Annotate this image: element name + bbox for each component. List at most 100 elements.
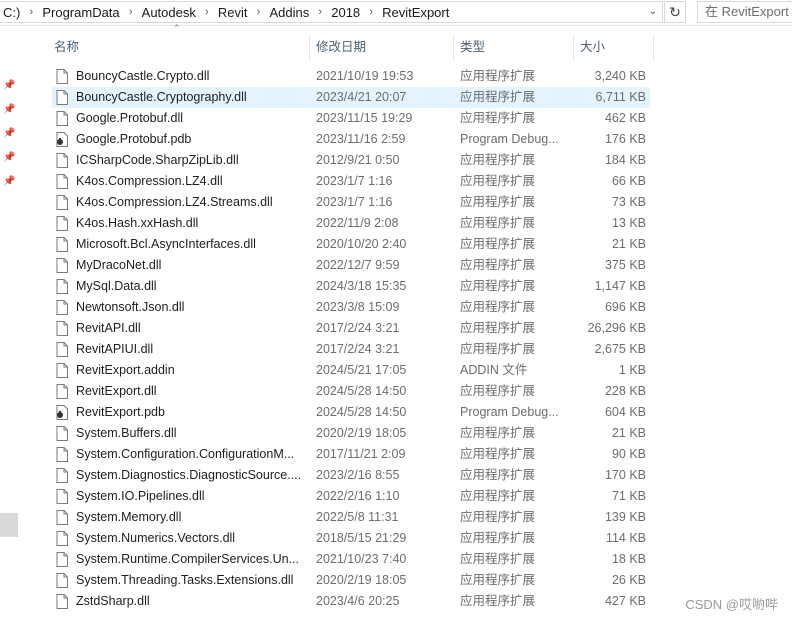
file-row[interactable]: RevitExport.dll 2024/5/28 14:50 应用程序扩展 228 … — [52, 381, 650, 402]
file-row[interactable]: Google.Protobuf.pdb 2023/11/16 2:59 Progra… — [52, 129, 650, 150]
file-icon — [56, 111, 68, 126]
file-row[interactable]: RevitExport.addin 2024/5/21 17:05 ADDIN 文件… — [52, 360, 650, 381]
file-name: System.Memory.dll — [76, 510, 182, 524]
file-date: 2023/11/16 2:59 — [316, 132, 406, 146]
file-icon — [56, 237, 68, 252]
file-icon — [56, 510, 68, 525]
file-icon — [56, 426, 68, 441]
chevron-right-icon[interactable]: › — [23, 6, 39, 18]
file-icon — [56, 447, 68, 462]
watermark: CSDN @哎喲哔 — [685, 597, 778, 612]
pin-icon[interactable]: 📌 — [3, 128, 15, 140]
breadcrumb-item[interactable]: C:) — [0, 1, 23, 23]
breadcrumb-item[interactable]: 2018 — [328, 1, 363, 23]
file-date: 2022/5/8 11:31 — [316, 510, 399, 524]
file-type: 应用程序扩展 — [460, 384, 536, 398]
file-name: MyDracoNet.dll — [76, 258, 162, 272]
file-name: K4os.Hash.xxHash.dll — [76, 216, 199, 230]
file-size: 3,240 KB — [594, 69, 646, 83]
chevron-right-icon[interactable]: › — [363, 6, 379, 18]
file-size: 114 KB — [605, 531, 646, 545]
file-row[interactable]: RevitAPI.dll 2017/2/24 3:21 应用程序扩展 26,296 K… — [52, 318, 650, 339]
file-row[interactable]: Microsoft.Bcl.AsyncInterfaces.dll 2020/10… — [52, 234, 650, 255]
breadcrumb-item[interactable]: Autodesk — [139, 1, 199, 23]
chevron-right-icon[interactable]: › — [250, 6, 266, 18]
breadcrumb-label: C:) — [3, 4, 21, 20]
refresh-icon[interactable]: ↻ — [664, 1, 686, 23]
file-row[interactable]: K4os.Compression.LZ4.Streams.dll 2023/1/7… — [52, 192, 650, 213]
file-row[interactable]: K4os.Compression.LZ4.dll 2023/1/7 1:16 应用程… — [52, 171, 650, 192]
file-icon — [56, 489, 68, 504]
file-type: 应用程序扩展 — [460, 111, 536, 125]
file-name: RevitAPIUI.dll — [76, 342, 154, 356]
breadcrumb-item[interactable]: Revit — [215, 1, 251, 23]
file-row[interactable]: System.Configuration.ConfigurationM... 20… — [52, 444, 650, 465]
file-row[interactable]: RevitExport.pdb 2024/5/28 14:50 Program De… — [52, 402, 650, 423]
file-row[interactable]: ICSharpCode.SharpZipLib.dll 2012/9/21 0:5… — [52, 150, 650, 171]
file-icon — [56, 342, 68, 357]
chevron-right-icon[interactable]: › — [123, 6, 139, 18]
address-bar[interactable]: C:) › ProgramData › Autodesk › Revit › Addins › 20… — [0, 1, 663, 23]
pin-icon[interactable]: 📌 — [3, 152, 15, 164]
file-size: 26,296 KB — [587, 321, 646, 335]
file-size: 228 KB — [604, 384, 646, 398]
file-row[interactable]: System.Threading.Tasks.Extensions.dll 202… — [52, 570, 650, 591]
file-row[interactable]: RevitAPIUI.dll 2017/2/24 3:21 应用程序扩展 2,675 … — [52, 339, 650, 360]
column-header-date[interactable]: 修改日期 — [310, 36, 454, 60]
file-date: 2023/4/6 20:25 — [316, 594, 400, 608]
file-row[interactable]: BouncyCastle.Cryptography.dll 2023/4/21 2… — [52, 87, 650, 108]
file-date: 2023/1/7 1:16 — [316, 195, 393, 209]
nav-selected-item[interactable] — [0, 513, 18, 537]
file-icon — [56, 174, 68, 189]
file-size: 696 KB — [604, 300, 646, 314]
file-size: 13 KB — [611, 216, 646, 230]
navigation-pane[interactable]: 📌 📌 📌 📌 📌 — [0, 26, 18, 620]
file-date: 2020/10/20 2:40 — [316, 237, 407, 251]
file-date: 2017/11/21 2:09 — [316, 447, 406, 461]
file-type: 应用程序扩展 — [460, 342, 536, 356]
file-row[interactable]: System.Memory.dll 2022/5/8 11:31 应用程序扩展 139… — [52, 507, 650, 528]
breadcrumb-label: RevitExport — [382, 4, 450, 20]
pin-icon[interactable]: 📌 — [3, 80, 15, 92]
file-size: 1 KB — [618, 363, 646, 377]
file-row[interactable]: MySql.Data.dll 2024/3/18 15:35 应用程序扩展 1,147… — [52, 276, 650, 297]
file-row[interactable]: System.IO.Pipelines.dll 2022/2/16 1:10 应用程… — [52, 486, 650, 507]
file-name: K4os.Compression.LZ4.dll — [76, 174, 223, 188]
file-row[interactable]: Google.Protobuf.dll 2023/11/15 19:29 应用程序扩… — [52, 108, 650, 129]
file-row[interactable]: ZstdSharp.dll 2023/4/6 20:25 应用程序扩展 427 KB — [52, 591, 650, 612]
chevron-down-icon[interactable]: ⌄ — [646, 5, 660, 19]
search-input[interactable]: 在 RevitExport — [697, 1, 792, 23]
file-row[interactable]: BouncyCastle.Crypto.dll 2021/10/19 19:53 应… — [52, 66, 650, 87]
file-icon — [56, 531, 68, 546]
file-row[interactable]: System.Numerics.Vectors.dll 2018/5/15 21:… — [52, 528, 650, 549]
breadcrumb-item[interactable]: ProgramData — [39, 1, 122, 23]
column-header-name[interactable]: 名称 — [48, 36, 310, 60]
file-name: BouncyCastle.Cryptography.dll — [76, 90, 247, 104]
file-date: 2022/2/16 1:10 — [316, 489, 400, 503]
file-row[interactable]: System.Diagnostics.DiagnosticSource.... 2… — [52, 465, 650, 486]
file-row[interactable]: Newtonsoft.Json.dll 2023/3/8 15:09 应用程序扩展 6… — [52, 297, 650, 318]
file-date: 2023/1/7 1:16 — [316, 174, 393, 188]
file-date: 2020/2/19 18:05 — [316, 426, 407, 440]
file-row[interactable]: System.Buffers.dll 2020/2/19 18:05 应用程序扩展 2… — [52, 423, 650, 444]
breadcrumb-item[interactable]: Addins — [266, 1, 312, 23]
file-row[interactable]: K4os.Hash.xxHash.dll 2022/11/9 2:08 应用程序扩展… — [52, 213, 650, 234]
pin-icon[interactable]: 📌 — [3, 176, 15, 188]
column-header-size[interactable]: 大小 — [574, 36, 654, 60]
file-type: ADDIN 文件 — [460, 363, 528, 377]
file-name: System.IO.Pipelines.dll — [76, 489, 205, 503]
chevron-right-icon[interactable]: › — [199, 6, 215, 18]
file-type: 应用程序扩展 — [460, 237, 536, 251]
file-type: 应用程序扩展 — [460, 468, 536, 482]
breadcrumb-label: ProgramData — [42, 4, 120, 20]
file-row[interactable]: System.Runtime.CompilerServices.Un... 202… — [52, 549, 650, 570]
pin-icon[interactable]: 📌 — [3, 104, 15, 116]
breadcrumb-item[interactable]: RevitExport — [379, 1, 452, 23]
file-row[interactable]: MyDracoNet.dll 2022/12/7 9:59 应用程序扩展 375 KB — [52, 255, 650, 276]
file-type: 应用程序扩展 — [460, 174, 536, 188]
chevron-right-icon[interactable]: › — [312, 6, 328, 18]
column-header-type[interactable]: 类型 — [454, 36, 574, 60]
file-date: 2023/4/21 20:07 — [316, 90, 407, 104]
file-size: 73 KB — [611, 195, 646, 209]
address-bar-area: C:) › ProgramData › Autodesk › Revit › Addins › 20… — [0, 0, 792, 26]
